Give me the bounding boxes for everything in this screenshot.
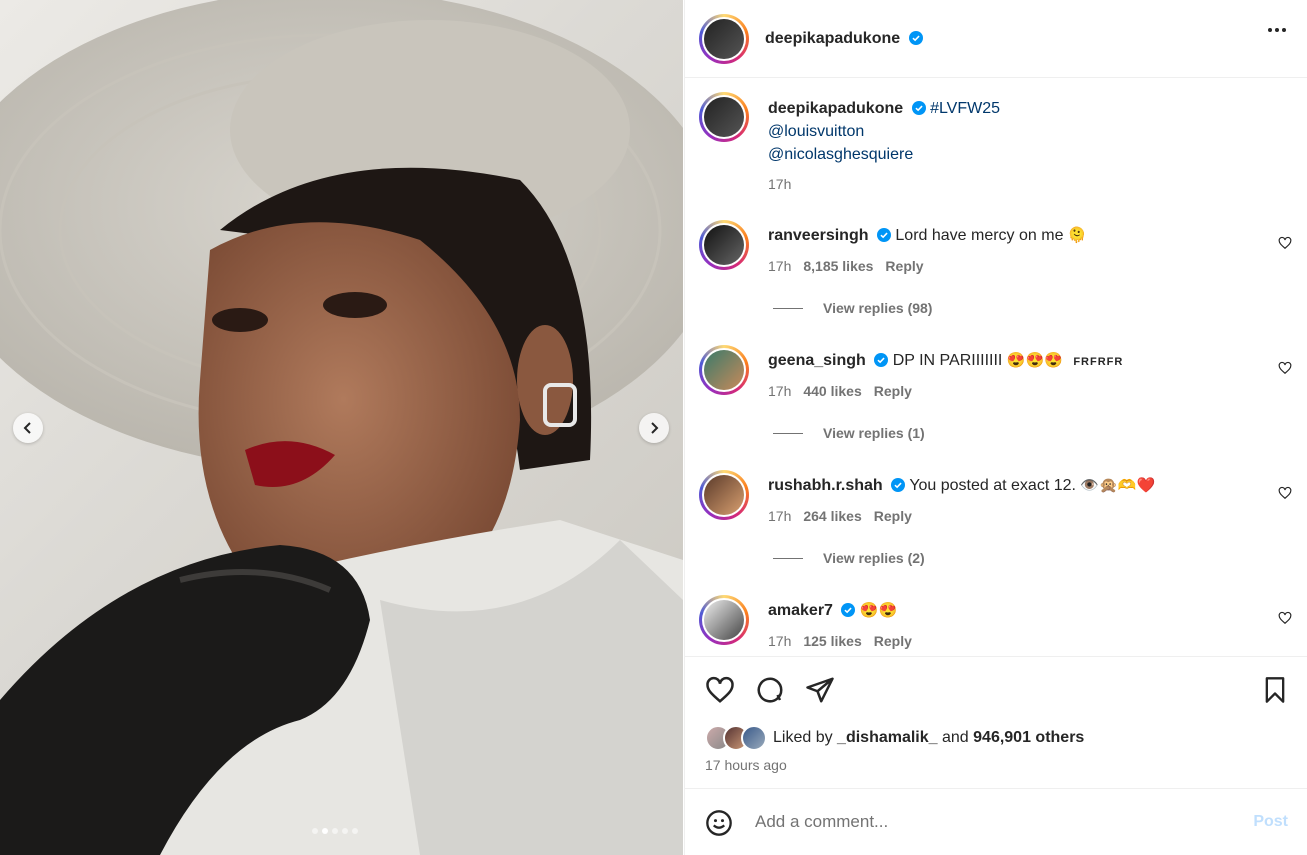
like-count[interactable]: 946,901 others <box>973 729 1084 746</box>
comment-time: 17h <box>768 383 792 399</box>
comment-avatar[interactable] <box>699 470 749 520</box>
comment-likes[interactable]: 8,185 likes <box>803 258 873 274</box>
verified-badge-icon <box>911 101 926 115</box>
bookmark-icon[interactable] <box>1261 675 1289 705</box>
view-replies-button[interactable]: View replies (98) <box>773 300 932 316</box>
comment-avatar[interactable] <box>699 220 749 270</box>
reply-button[interactable]: Reply <box>874 633 912 649</box>
comment-likes[interactable]: 440 likes <box>803 383 861 399</box>
comments-list[interactable]: deepikapadukone #LVFW25 @louisvuitton @n… <box>685 78 1307 656</box>
add-comment-bar: Post <box>685 788 1307 855</box>
comment-time: 17h <box>768 508 792 524</box>
view-replies-button[interactable]: View replies (2) <box>773 550 925 566</box>
post-actions: Liked by _dishamalik_ and 946,901 others… <box>685 656 1307 788</box>
post-header: deepikapadukone <box>685 0 1307 78</box>
liked-by-text[interactable]: Liked by _dishamalik_ and 946,901 others <box>773 729 1084 747</box>
heart-icon[interactable] <box>705 675 735 705</box>
comment-text: Lord have mercy on me <box>895 227 1064 244</box>
comment-username[interactable]: geena_singh <box>768 352 866 369</box>
reply-button[interactable]: Reply <box>885 258 923 274</box>
post-time: 17 hours ago <box>705 757 787 773</box>
carousel-dot <box>352 828 358 834</box>
verified-badge-icon <box>841 603 856 617</box>
owner-avatar[interactable] <box>699 14 749 64</box>
comment-emoji: 🫠 <box>1067 227 1087 244</box>
caption-time: 17h <box>768 176 792 192</box>
verified-badge-icon <box>891 478 906 492</box>
liked-by-user[interactable]: _dishamalik_ <box>837 729 938 746</box>
post-side-panel: deepikapadukone deepikapadukone #LVFW25 … <box>684 0 1307 855</box>
view-replies-button[interactable]: View replies (1) <box>773 425 925 441</box>
post-photo <box>0 0 683 855</box>
comment-time: 17h <box>768 633 792 649</box>
caption-avatar[interactable] <box>699 92 749 142</box>
verified-badge-icon <box>876 228 891 242</box>
comment-emoji: 😍😍 <box>859 602 898 619</box>
carousel-dot <box>332 828 338 834</box>
heart-icon[interactable] <box>1278 361 1292 375</box>
reply-button[interactable]: Reply <box>874 383 912 399</box>
reply-button[interactable]: Reply <box>874 508 912 524</box>
more-options-icon[interactable] <box>1268 28 1286 32</box>
liked-by-avatars[interactable] <box>705 725 771 751</box>
caption-mention[interactable]: @louisvuitton <box>768 123 864 141</box>
carousel-indicator <box>312 828 358 834</box>
carousel-dot-active <box>322 828 328 834</box>
verified-badge-icon <box>874 353 889 367</box>
caption-username[interactable]: deepikapadukone <box>768 100 903 117</box>
comment-username[interactable]: rushabh.r.shah <box>768 477 883 494</box>
smiley-icon[interactable] <box>705 809 733 837</box>
heart-icon[interactable] <box>1278 486 1292 500</box>
heart-icon[interactable] <box>1278 236 1292 250</box>
comment-username[interactable]: amaker7 <box>768 602 833 619</box>
caption-hashtag[interactable]: #LVFW25 <box>930 100 1000 117</box>
chevron-right-icon <box>651 422 659 434</box>
caption-mention[interactable]: @nicolasghesquiere <box>768 146 913 164</box>
post-media[interactable] <box>0 0 683 855</box>
comment-input[interactable] <box>755 809 1215 835</box>
carousel-prev-button[interactable] <box>13 413 43 443</box>
carousel-dot <box>342 828 348 834</box>
comment-emoji: 😍😍😍 <box>1006 352 1063 369</box>
paper-plane-icon[interactable] <box>805 675 835 705</box>
verified-badge-icon <box>908 31 923 45</box>
comment-time: 17h <box>768 258 792 274</box>
comment-likes[interactable]: 264 likes <box>803 508 861 524</box>
carousel-next-button[interactable] <box>639 413 669 443</box>
comment-bubble-icon[interactable] <box>755 675 785 705</box>
comment-text: You posted at exact 12. <box>909 477 1076 494</box>
comment-emoji: 👁️🙊🫶❤️ <box>1080 477 1156 494</box>
chevron-left-icon <box>23 422 31 434</box>
comment-extra-text: FRFRFR <box>1073 356 1124 368</box>
comment-username[interactable]: ranveersingh <box>768 227 868 244</box>
comment-likes[interactable]: 125 likes <box>803 633 861 649</box>
heart-icon[interactable] <box>1278 611 1292 625</box>
owner-username[interactable]: deepikapadukone <box>765 30 900 47</box>
carousel-dot <box>312 828 318 834</box>
post-button[interactable]: Post <box>1253 813 1288 831</box>
comment-text: DP IN PARIIIIIII <box>892 352 1003 369</box>
comment-avatar[interactable] <box>699 345 749 395</box>
comment-avatar[interactable] <box>699 595 749 645</box>
